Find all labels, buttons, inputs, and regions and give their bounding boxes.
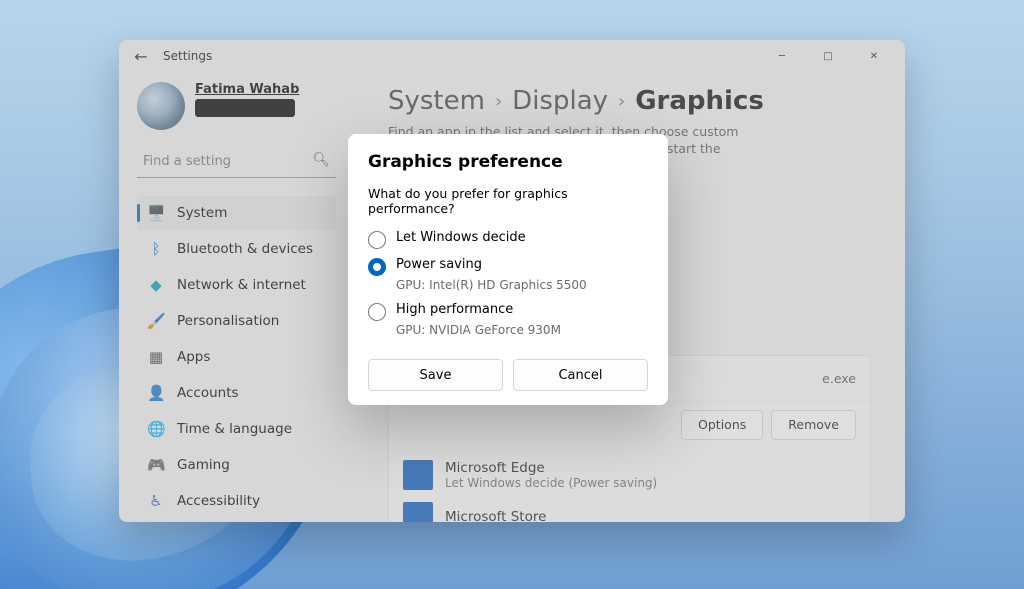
nav-label: Personalisation (177, 313, 279, 329)
radio-icon (368, 303, 386, 321)
user-name: Fatima Wahab (195, 82, 299, 97)
app-name: Microsoft Store (445, 509, 546, 522)
search-container: 🔍︎ (137, 146, 336, 178)
nav-label: Gaming (177, 457, 230, 473)
sidebar-item-personalisation[interactable]: 🖌️ Personalisation (137, 304, 336, 338)
save-button[interactable]: Save (368, 359, 503, 391)
wifi-icon: ◆ (147, 276, 165, 294)
crumb-graphics: Graphics (635, 86, 764, 116)
nav-label: Time & language (177, 421, 292, 437)
globe-icon: 🌐 (147, 420, 165, 438)
sidebar-item-gaming[interactable]: 🎮 Gaming (137, 448, 336, 482)
edge-icon (403, 460, 433, 490)
close-icon: ✕ (870, 51, 878, 62)
sidebar-item-accounts[interactable]: 👤 Accounts (137, 376, 336, 410)
person-icon: 👤 (147, 384, 165, 402)
dialog-question: What do you prefer for graphics performa… (368, 186, 648, 216)
nav-label: Network & internet (177, 277, 306, 293)
back-button[interactable]: ← (127, 42, 155, 70)
apps-icon: ▦ (147, 348, 165, 366)
user-email-redacted (195, 99, 295, 117)
sidebar: Fatima Wahab 🔍︎ 🖥️ System ᛒ Bluetooth & de… (119, 72, 354, 522)
sidebar-item-time[interactable]: 🌐 Time & language (137, 412, 336, 446)
sidebar-item-accessibility[interactable]: ♿ Accessibility (137, 484, 336, 518)
radio-icon (368, 231, 386, 249)
nav-list: 🖥️ System ᛒ Bluetooth & devices ◆ Network &… (137, 196, 336, 522)
store-icon (403, 502, 433, 522)
chevron-right-icon: › (618, 91, 625, 112)
nav-label: Bluetooth & devices (177, 241, 313, 257)
nav-label: Accounts (177, 385, 239, 401)
search-icon: 🔍︎ (312, 152, 330, 168)
dialog-title: Graphics preference (368, 152, 648, 172)
window-controls: ─ □ ✕ (759, 40, 897, 72)
window-title: Settings (163, 49, 212, 63)
bluetooth-icon: ᛒ (147, 240, 165, 258)
option-let-windows-decide[interactable]: Let Windows decide (368, 226, 648, 253)
minimize-icon: ─ (779, 51, 785, 62)
option-sub: GPU: Intel(R) HD Graphics 5500 (396, 278, 648, 292)
option-power-saving[interactable]: Power saving (368, 253, 648, 280)
maximize-button[interactable]: □ (805, 40, 851, 72)
sidebar-item-privacy[interactable]: 🛡️Privacy & security (137, 520, 336, 522)
avatar (137, 82, 185, 130)
option-label: Let Windows decide (396, 230, 526, 245)
sidebar-item-network[interactable]: ◆ Network & internet (137, 268, 336, 302)
app-exe: e.exe (822, 371, 856, 386)
app-card-actions: Options Remove (389, 402, 870, 448)
sidebar-item-apps[interactable]: ▦ Apps (137, 340, 336, 374)
nav-label: Accessibility (177, 493, 260, 509)
chevron-right-icon: › (495, 91, 502, 112)
remove-button[interactable]: Remove (771, 410, 856, 440)
option-label: Power saving (396, 257, 482, 272)
list-item[interactable]: Microsoft Store (403, 496, 856, 522)
nav-label: System (177, 205, 227, 221)
maximize-icon: □ (823, 51, 832, 62)
close-button[interactable]: ✕ (851, 40, 897, 72)
app-name: Microsoft Edge (445, 460, 657, 476)
titlebar: ← Settings ─ □ ✕ (119, 40, 905, 72)
accessibility-icon: ♿ (147, 492, 165, 510)
dialog-buttons: Save Cancel (368, 359, 648, 391)
crumb-display[interactable]: Display (512, 86, 608, 116)
sidebar-item-bluetooth[interactable]: ᛒ Bluetooth & devices (137, 232, 336, 266)
profile-block[interactable]: Fatima Wahab (137, 82, 336, 130)
brush-icon: 🖌️ (147, 312, 165, 330)
display-icon: 🖥️ (147, 204, 165, 222)
option-high-performance[interactable]: High performance (368, 298, 648, 325)
list-item[interactable]: Microsoft Edge Let Windows decide (Power… (403, 454, 856, 496)
radio-icon (368, 258, 386, 276)
arrow-left-icon: ← (134, 47, 147, 66)
crumb-system[interactable]: System (388, 86, 485, 116)
app-sub: Let Windows decide (Power saving) (445, 476, 657, 490)
gamepad-icon: 🎮 (147, 456, 165, 474)
sidebar-item-system[interactable]: 🖥️ System (137, 196, 336, 230)
search-input[interactable] (137, 146, 336, 178)
app-list: Microsoft Edge Let Windows decide (Power… (389, 448, 870, 522)
nav-label: Apps (177, 349, 210, 365)
options-button[interactable]: Options (681, 410, 763, 440)
option-label: High performance (396, 302, 513, 317)
cancel-button[interactable]: Cancel (513, 359, 648, 391)
option-sub: GPU: NVIDIA GeForce 930M (396, 323, 648, 337)
breadcrumb: System › Display › Graphics (388, 86, 871, 116)
minimize-button[interactable]: ─ (759, 40, 805, 72)
graphics-preference-dialog: Graphics preference What do you prefer f… (348, 134, 668, 405)
